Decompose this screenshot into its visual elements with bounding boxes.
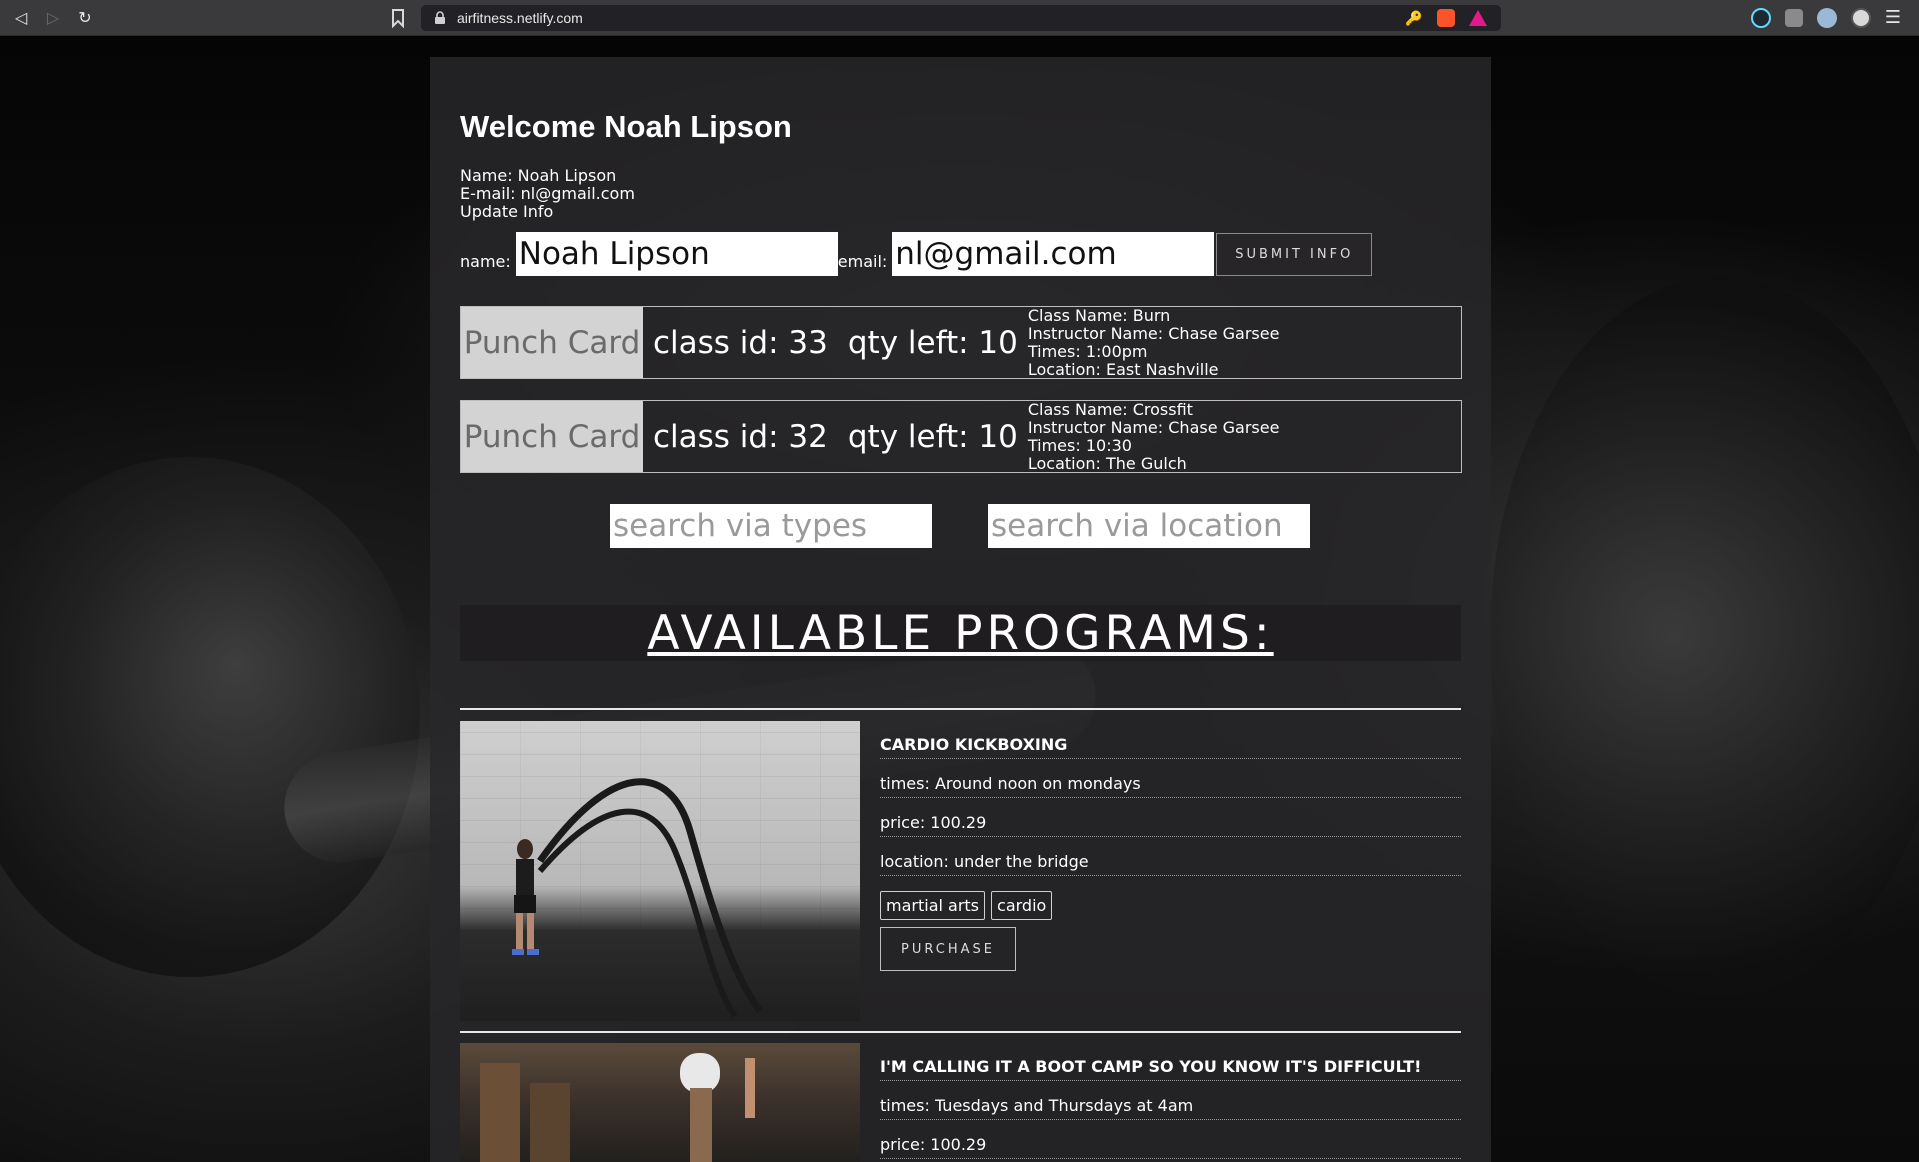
submit-info-button[interactable]: SUBMIT INFO — [1216, 233, 1373, 276]
class-times: Times: 10:30 — [1027, 435, 1132, 455]
program-card: I'M CALLING IT A BOOT CAMP SO YOU KNOW I… — [460, 1043, 1461, 1162]
user-name-line: Name: Noah Lipson — [460, 166, 617, 185]
email-label: email: — [837, 252, 888, 271]
program-title: I'M CALLING IT A BOOT CAMP SO YOU KNOW I… — [880, 1043, 1461, 1081]
update-info-label: Update Info — [460, 202, 554, 221]
class-name: Class Name: Burn — [1027, 305, 1171, 325]
qty-left: qty left: 10 — [847, 418, 1018, 455]
brave-rewards-icon[interactable] — [1469, 10, 1487, 26]
back-icon[interactable]: ◁ — [10, 7, 32, 29]
bookmark-icon[interactable] — [390, 8, 406, 28]
address-bar[interactable]: airfitness.netlify.com 🔑 — [421, 5, 1501, 31]
name-input[interactable] — [515, 232, 838, 276]
program-card: CARDIO KICKBOXING times: Around noon on … — [460, 721, 1461, 1021]
class-times: Times: 1:00pm — [1027, 341, 1148, 361]
program-times: times: Around noon on mondays — [880, 759, 1461, 798]
boot-camp-graphic — [480, 1053, 755, 1162]
class-details: Class Name: Burn Instructor Name: Chase … — [1027, 305, 1280, 379]
divider — [460, 1031, 1461, 1033]
reload-icon[interactable]: ↻ — [74, 7, 96, 29]
key-icon[interactable]: 🔑 — [1405, 9, 1423, 27]
class-location: Location: The Gulch — [1027, 453, 1187, 473]
url-text[interactable]: airfitness.netlify.com — [457, 10, 583, 26]
program-tags: martial arts cardio — [880, 891, 1461, 920]
programs-heading: AVAILABLE PROGRAMS: — [647, 605, 1274, 661]
browser-toolbar: ◁ ▷ ↻ airfitness.netlify.com 🔑 ☰ — [0, 0, 1919, 36]
background-plate-right — [1490, 277, 1919, 997]
search-location-input[interactable] — [988, 504, 1310, 548]
name-label: name: — [460, 252, 511, 271]
purchase-button[interactable]: PURCHASE — [880, 927, 1016, 971]
user-email-line: E-mail: nl@gmail.com — [460, 184, 635, 203]
user-info: Name: Noah Lipson E-mail: nl@gmail.com U… — [460, 167, 635, 221]
punch-card: Punch Card class id: 32 qty left: 10 Cla… — [460, 400, 1462, 473]
divider — [460, 708, 1461, 710]
program-info: I'M CALLING IT A BOOT CAMP SO YOU KNOW I… — [880, 1043, 1461, 1159]
background-plate-left — [0, 457, 420, 977]
punch-card-button[interactable]: Punch Card — [461, 307, 643, 378]
instructor-name: Instructor Name: Chase Garsee — [1027, 417, 1280, 437]
class-location: Location: East Nashville — [1027, 359, 1219, 379]
program-tag[interactable]: martial arts — [880, 891, 986, 920]
menu-icon[interactable]: ☰ — [1885, 7, 1901, 28]
program-title: CARDIO KICKBOXING — [880, 721, 1461, 759]
class-name: Class Name: Crossfit — [1027, 399, 1193, 419]
qty-left: qty left: 10 — [847, 324, 1018, 361]
welcome-heading: Welcome Noah Lipson — [460, 109, 792, 144]
program-info: CARDIO KICKBOXING times: Around noon on … — [880, 721, 1461, 971]
programs-banner: AVAILABLE PROGRAMS: — [460, 605, 1461, 661]
class-id: class id: 32 — [653, 418, 828, 455]
program-image — [460, 721, 860, 1021]
instructor-name: Instructor Name: Chase Garsee — [1027, 323, 1280, 343]
extension-circle-icon[interactable] — [1816, 7, 1837, 28]
main-panel: Welcome Noah Lipson Name: Noah Lipson E-… — [430, 57, 1491, 1162]
program-tag[interactable]: cardio — [991, 891, 1053, 920]
extension-icon[interactable] — [1784, 8, 1803, 27]
email-input[interactable] — [892, 232, 1215, 276]
react-devtools-icon[interactable] — [1750, 7, 1771, 28]
punch-card: Punch Card class id: 33 qty left: 10 Cla… — [460, 306, 1462, 379]
search-types-input[interactable] — [610, 504, 932, 548]
program-times: times: Tuesdays and Thursdays at 4am — [880, 1081, 1461, 1120]
program-price: price: 100.29 — [880, 1120, 1461, 1159]
punch-card-button[interactable]: Punch Card — [461, 401, 643, 472]
battle-rope-graphic — [512, 778, 763, 1018]
update-info-form: name: email: SUBMIT INFO — [460, 232, 1373, 276]
program-location: location: under the bridge — [880, 837, 1461, 876]
lock-icon — [435, 11, 445, 24]
forward-icon[interactable]: ▷ — [42, 7, 64, 29]
profile-avatar[interactable] — [1850, 7, 1871, 28]
program-price: price: 100.29 — [880, 798, 1461, 837]
program-image — [460, 1043, 860, 1162]
class-details: Class Name: Crossfit Instructor Name: Ch… — [1027, 399, 1280, 473]
brave-shield-icon[interactable] — [1437, 9, 1455, 27]
class-id: class id: 33 — [653, 324, 828, 361]
